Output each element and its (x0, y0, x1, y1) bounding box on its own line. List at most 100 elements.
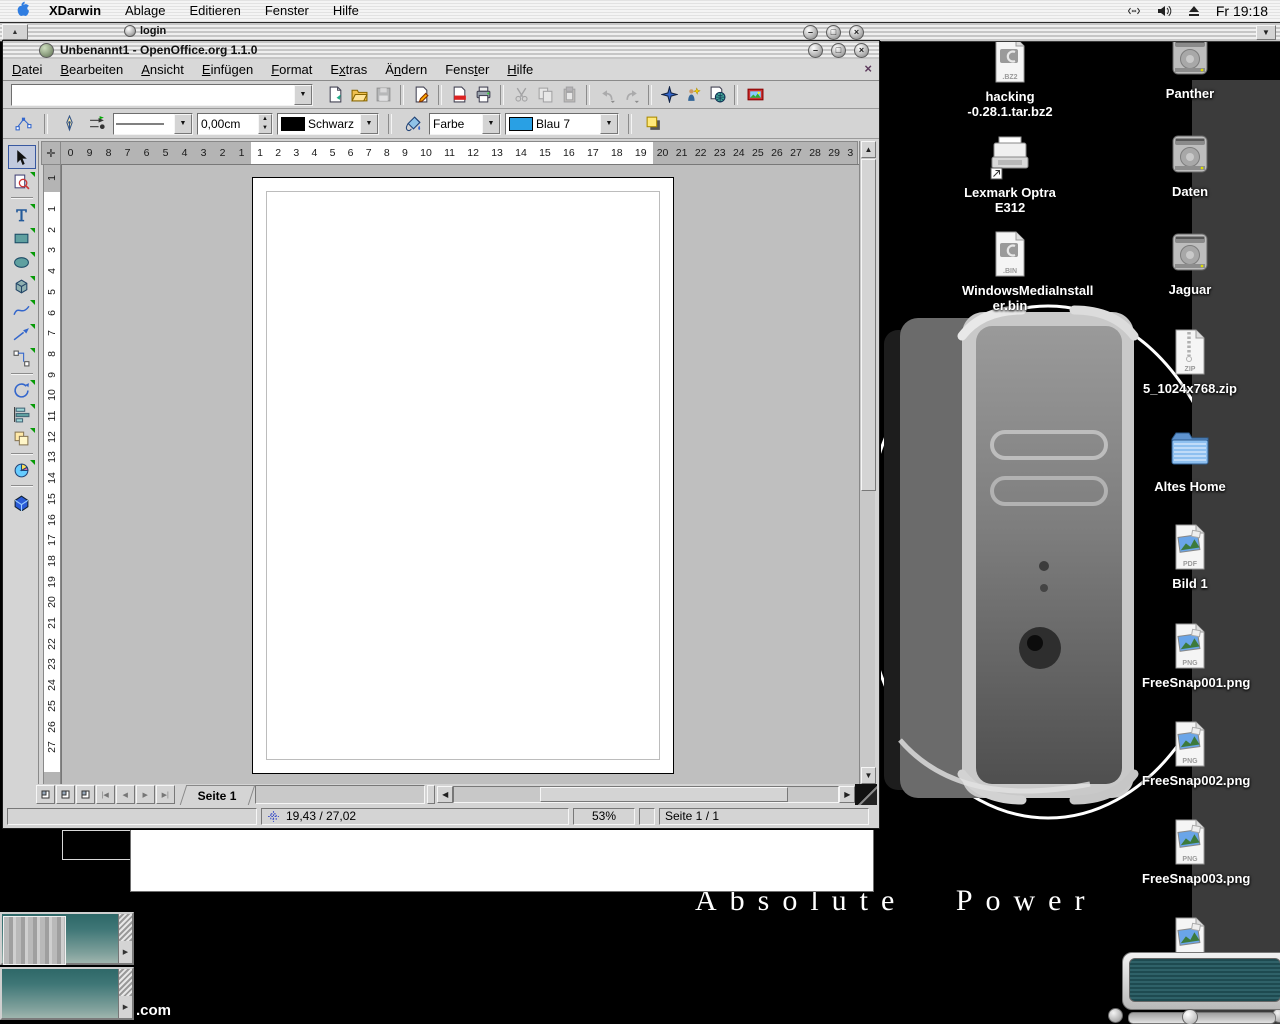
oo-maximize-button[interactable]: □ (831, 43, 846, 58)
display-icon[interactable] (1126, 3, 1142, 19)
oo-menu-datei[interactable]: Datei (3, 59, 51, 80)
window-menu-icon[interactable] (124, 25, 136, 37)
next-page-button[interactable]: ▶ (136, 785, 155, 804)
eject-icon[interactable] (1186, 3, 1202, 19)
alignment-tool-button[interactable] (9, 403, 35, 425)
login-maximize-button[interactable]: □ (826, 25, 841, 40)
menubar-item-fenster[interactable]: Fenster (253, 0, 321, 22)
scroll-down-button[interactable]: ▼ (861, 767, 876, 784)
page-view-button[interactable] (36, 785, 55, 804)
status-zoom-cell[interactable]: 53% (573, 808, 635, 825)
line-width-spinner[interactable]: ▲▼ (258, 114, 272, 134)
rectangle-tool-button[interactable] (9, 227, 35, 249)
desktop-icon-hacking-archive[interactable]: .BZ2hacking-0.28.1.tar.bz2 (962, 36, 1058, 119)
desktop-icon-altes-home-folder[interactable]: Altes Home (1142, 426, 1238, 494)
oo-menu-extras[interactable]: Extras (321, 59, 376, 80)
desktop-icon-windowsmedia-installer[interactable]: .BINWindowsMediaInstaller.bin (962, 230, 1058, 313)
window-icon[interactable] (39, 43, 54, 58)
hyperlink-button[interactable] (705, 83, 729, 107)
shadow-button[interactable] (641, 112, 665, 136)
select-tool-button[interactable] (8, 145, 36, 169)
arrange-tool-button[interactable] (9, 427, 35, 449)
panel-arrow-button[interactable]: ▶ (118, 941, 132, 963)
oo-menu-einfügen[interactable]: Einfügen (193, 59, 262, 80)
shade-button[interactable]: ▲ (2, 24, 28, 40)
export-pdf-button[interactable] (447, 83, 471, 107)
arrow-style-button[interactable] (85, 112, 109, 136)
apple-menu[interactable] (0, 0, 37, 23)
oo-menu-fenster[interactable]: Fenster (436, 59, 498, 80)
desktop-icon-freesnap003[interactable]: PNGFreeSnap003.png (1142, 818, 1238, 886)
line-style-dropdown-icon[interactable]: ▼ (174, 114, 192, 134)
last-page-button[interactable]: ▶| (156, 785, 175, 804)
effects-tool-button[interactable] (9, 491, 35, 513)
oo-close-button[interactable]: × (854, 43, 869, 58)
document-close-icon[interactable]: × (864, 61, 872, 76)
hscroll-thumb[interactable] (540, 787, 788, 802)
print-button[interactable] (471, 83, 495, 107)
first-page-button[interactable]: |◀ (96, 785, 115, 804)
tab-splitter[interactable] (427, 785, 435, 804)
line-color-value[interactable]: Schwarz (308, 117, 360, 131)
vscroll-thumb[interactable] (861, 159, 876, 491)
page-tab-seite1[interactable]: Seite 1 (179, 785, 254, 805)
desktop-icon-freesnap001[interactable]: PNGFreeSnap001.png (1142, 622, 1238, 690)
fill-color-select[interactable]: Blau 7 ▼ (505, 113, 619, 135)
line-color-dropdown-icon[interactable]: ▼ (360, 114, 378, 134)
document-workspace[interactable] (61, 164, 861, 786)
titlebar-right-button[interactable]: ▼ (1256, 25, 1276, 40)
zoom-tool-button[interactable] (9, 171, 35, 193)
line-style-select[interactable]: ▼ (113, 113, 193, 135)
vertical-scrollbar[interactable]: ▲ ▼ (859, 141, 875, 784)
oo-menu-ändern[interactable]: Ändern (376, 59, 436, 80)
curve-tool-button[interactable] (9, 299, 35, 321)
new-document-button[interactable] (323, 83, 347, 107)
scroll-up-button[interactable]: ▲ (861, 141, 876, 158)
prev-page-button[interactable]: ◀ (116, 785, 135, 804)
resize-grip[interactable] (855, 784, 877, 805)
desktop-icon-lexmark-printer[interactable]: Lexmark Optra E312 (962, 132, 1058, 215)
menubar-item-editieren[interactable]: Editieren (178, 0, 253, 22)
desktop-icon-panther-disk[interactable]: Panther (1142, 33, 1238, 101)
oo-minimize-button[interactable]: – (808, 43, 823, 58)
document-page[interactable] (252, 177, 674, 774)
login-window-titlebar[interactable]: ▲ login –□× ▼ (0, 22, 1280, 42)
insert-tool-button[interactable] (9, 459, 35, 481)
fill-style-dropdown-icon[interactable]: ▼ (482, 114, 500, 134)
hscroll-left-button[interactable]: ◀ (437, 786, 453, 803)
stylist-button[interactable] (681, 83, 705, 107)
desktop-icon-zip-file[interactable]: ZIP5_1024x768.zip (1142, 328, 1238, 396)
oo-menu-format[interactable]: Format (262, 59, 321, 80)
login-close-button[interactable]: × (849, 25, 864, 40)
fill-style-select[interactable]: Farbe ▼ (429, 113, 501, 135)
text-tool-button[interactable] (9, 203, 35, 225)
login-minimize-button[interactable]: – (803, 25, 818, 40)
url-input[interactable] (12, 87, 294, 103)
url-dropdown-icon[interactable]: ▼ (294, 85, 312, 105)
fill-color-value[interactable]: Blau 7 (536, 117, 600, 131)
oo-menu-hilfe[interactable]: Hilfe (498, 59, 542, 80)
rotate-tool-button[interactable] (9, 379, 35, 401)
line-color-select[interactable]: Schwarz ▼ (277, 113, 379, 135)
objects-3d-tool-button[interactable] (9, 275, 35, 297)
qt-slider-knob[interactable] (1182, 1009, 1198, 1024)
oo-menu-bearbeiten[interactable]: Bearbeiten (51, 59, 132, 80)
horizontal-scrollbar[interactable] (453, 786, 839, 803)
connector-tool-button[interactable] (9, 347, 35, 369)
line-dialog-button[interactable] (57, 112, 81, 136)
line-width-field[interactable]: 0,00cm ▲▼ (197, 113, 273, 135)
qt-left-button[interactable] (1108, 1008, 1123, 1023)
desktop-icon-bild1-pdf[interactable]: PDFBild 1 (1142, 523, 1238, 591)
open-button[interactable] (347, 83, 371, 107)
fill-color-dropdown-icon[interactable]: ▼ (600, 114, 618, 134)
edit-file-button[interactable] (409, 83, 433, 107)
desktop-icon-freesnap002[interactable]: PNGFreeSnap002.png (1142, 720, 1238, 788)
menubar-item-hilfe[interactable]: Hilfe (321, 0, 371, 22)
menubar-clock[interactable]: Fr 19:18 (1216, 3, 1268, 19)
panel-arrow-button[interactable]: ▶ (118, 996, 132, 1018)
menubar-item-ablage[interactable]: Ablage (113, 0, 177, 22)
desktop-icon-jaguar-disk[interactable]: Jaguar (1142, 229, 1238, 297)
fill-style-value[interactable]: Farbe (430, 117, 482, 131)
qt-slider-track[interactable] (1128, 1012, 1276, 1024)
url-combobox[interactable]: ▼ (11, 84, 313, 106)
